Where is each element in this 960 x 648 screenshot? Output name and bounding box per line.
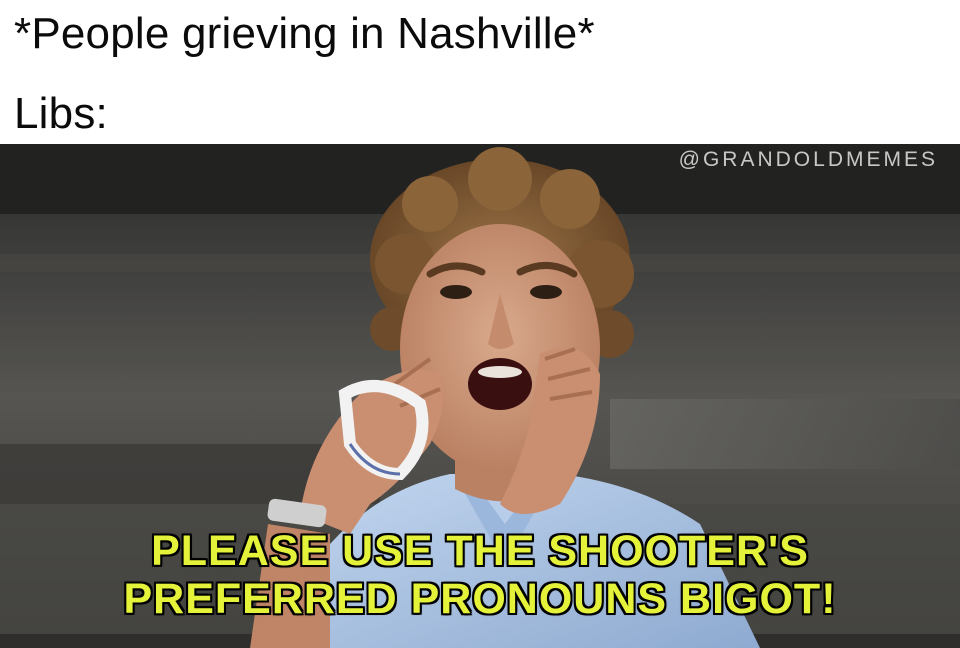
image-text-line-2: PREFERRED PRONOUNS BIGOT!	[123, 575, 837, 623]
meme-caption: *People grieving in Nashville* Libs:	[0, 0, 960, 144]
watermark: @GRANDOLDMEMES	[678, 148, 938, 171]
open-mouth	[468, 358, 532, 410]
image-text-line-1: PLEASE USE THE SHOOTER'S	[151, 527, 809, 575]
caption-line-1: *People grieving in Nashville*	[14, 9, 595, 58]
caption-line-2: Libs:	[14, 89, 108, 138]
meme-image: *People grieving in Nashville* Libs: @GR…	[0, 0, 960, 648]
